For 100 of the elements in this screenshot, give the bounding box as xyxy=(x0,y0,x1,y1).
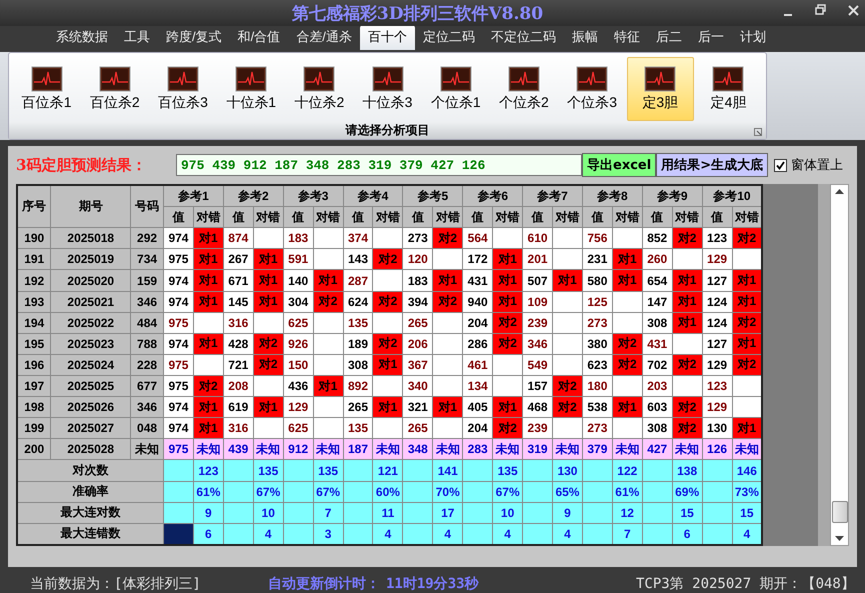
table-cell: 6 xyxy=(672,523,702,545)
table-cell: 69% xyxy=(672,481,702,502)
table-cell: 对1 xyxy=(732,291,762,312)
table-cell: 538 xyxy=(582,396,612,418)
menu-tab[interactable]: 百十个 xyxy=(360,25,415,50)
ribbon-button[interactable]: 定4胆 xyxy=(694,57,762,121)
restore-icon[interactable] xyxy=(815,4,826,16)
table-cell: 194 xyxy=(17,312,51,334)
ribbon-button[interactable]: 百位杀1 xyxy=(13,57,80,121)
table-cell: 对2 xyxy=(552,376,582,397)
column-header: 值 xyxy=(283,206,314,228)
table-cell: 135 xyxy=(313,460,344,482)
table-cell: 654 xyxy=(642,270,672,292)
table-cell: 2025028 xyxy=(50,438,131,460)
table-cell: 138 xyxy=(672,460,702,482)
table-cell: 150 xyxy=(283,354,314,376)
menu-tab[interactable]: 不定位二码 xyxy=(482,25,564,50)
menu-tab[interactable]: 计划 xyxy=(732,25,774,50)
column-header: 对错 xyxy=(432,206,463,228)
table-cell: 180 xyxy=(582,376,612,397)
heartbeat-icon xyxy=(440,66,472,92)
ribbon-button[interactable]: 十位杀3 xyxy=(354,57,422,121)
scrollbar[interactable] xyxy=(830,184,849,546)
table-cell: 61% xyxy=(193,481,224,502)
ribbon-button[interactable]: 百位杀2 xyxy=(81,57,148,121)
table-cell: 756 xyxy=(582,228,612,249)
column-header: 序号 xyxy=(17,185,51,228)
column-header: 对错 xyxy=(672,206,702,228)
table-cell: 788 xyxy=(130,333,164,354)
table-cell: 048 xyxy=(130,418,164,439)
table-cell: 4 xyxy=(253,523,284,545)
table-cell: 468 xyxy=(522,396,552,418)
heartbeat-icon xyxy=(576,66,608,92)
table-cell: 对1 xyxy=(612,248,642,270)
menu-tab[interactable]: 定位二码 xyxy=(414,25,483,50)
heartbeat-icon xyxy=(372,66,404,92)
checkbox[interactable] xyxy=(774,158,788,172)
ribbon-button[interactable]: 定3胆 xyxy=(626,57,694,121)
prediction-field[interactable]: 975 439 912 187 348 283 319 379 427 126 xyxy=(176,154,582,176)
table-cell: 对次数 xyxy=(17,460,164,482)
table-cell: 对1 xyxy=(432,270,463,292)
table-cell: 367 xyxy=(402,354,433,376)
table-cell: 对2 xyxy=(372,333,403,354)
table-cell: 61% xyxy=(612,481,642,502)
table-cell: 对1 xyxy=(193,228,224,249)
table-cell: 129 xyxy=(702,248,732,270)
table-cell: 最大连错数 xyxy=(17,523,164,545)
close-icon[interactable] xyxy=(848,4,859,16)
table-cell: 对2 xyxy=(372,291,403,312)
table-cell: 对1 xyxy=(193,396,224,418)
table-cell: 159 xyxy=(130,270,164,292)
prediction-label: 3码定胆预测结果： xyxy=(16,156,148,174)
menu-tab[interactable]: 振幅 xyxy=(564,25,606,50)
table-cell: 对2 xyxy=(672,354,702,376)
table-cell: 379 xyxy=(582,438,612,460)
menu-tab[interactable]: 后一 xyxy=(690,25,732,50)
table-cell: 239 xyxy=(522,418,552,439)
dialog-launcher-icon[interactable] xyxy=(754,128,762,136)
table-cell: 4 xyxy=(432,523,463,545)
menu-tab[interactable]: 特征 xyxy=(606,25,648,50)
menu-tab[interactable]: 后二 xyxy=(648,25,690,50)
scroll-thumb[interactable] xyxy=(832,501,848,523)
menu-tab[interactable]: 系统数据 xyxy=(48,25,116,50)
ribbon-button[interactable]: 个位杀3 xyxy=(558,57,626,121)
ribbon-button[interactable]: 十位杀1 xyxy=(218,57,285,121)
scroll-down-icon[interactable] xyxy=(835,536,844,541)
menu-tab[interactable]: 和/合值 xyxy=(230,25,288,50)
column-header: 参考1 xyxy=(164,185,224,207)
table-cell: 974 xyxy=(164,396,194,418)
table-cell: 201 xyxy=(522,248,552,270)
table-cell: 580 xyxy=(582,270,612,292)
table-cell: 对2 xyxy=(253,333,284,354)
ribbon-button[interactable]: 个位杀1 xyxy=(422,57,490,121)
column-header: 参考5 xyxy=(402,185,463,207)
table-cell: 最大连对数 xyxy=(17,502,164,524)
table-cell: 721 xyxy=(223,354,254,376)
generate-button[interactable]: 用结果>生成大底 xyxy=(656,153,768,177)
export-button[interactable]: 导出excel xyxy=(582,153,656,177)
table-cell: 975 xyxy=(164,312,194,334)
table-cell: 135 xyxy=(343,312,373,334)
heartbeat-icon xyxy=(98,66,131,92)
table-cell: 135 xyxy=(253,460,284,482)
ribbon-button[interactable]: 百位杀3 xyxy=(149,57,217,121)
column-header: 参考3 xyxy=(283,185,344,207)
table-cell: 未知 xyxy=(672,438,702,460)
table-cell: 974 xyxy=(164,418,194,439)
table-cell: 625 xyxy=(283,418,314,439)
menu-tab[interactable]: 跨度/复式 xyxy=(158,25,230,50)
menu-tab[interactable]: 合差/通杀 xyxy=(288,25,360,50)
ribbon-button[interactable]: 十位杀2 xyxy=(286,57,353,121)
table-cell: 4 xyxy=(552,523,582,545)
ribbon-caption: 请选择分析项目 xyxy=(346,122,430,139)
column-header: 对错 xyxy=(552,206,582,228)
menu-tab[interactable]: 工具 xyxy=(116,25,158,50)
ribbon-button[interactable]: 个位杀2 xyxy=(490,57,558,121)
table-cell: 对1 xyxy=(612,270,642,292)
table-cell: 874 xyxy=(223,228,254,249)
table-cell: 对1 xyxy=(732,270,762,292)
scroll-up-icon[interactable] xyxy=(835,189,844,194)
table-cell: 2025019 xyxy=(50,248,131,270)
